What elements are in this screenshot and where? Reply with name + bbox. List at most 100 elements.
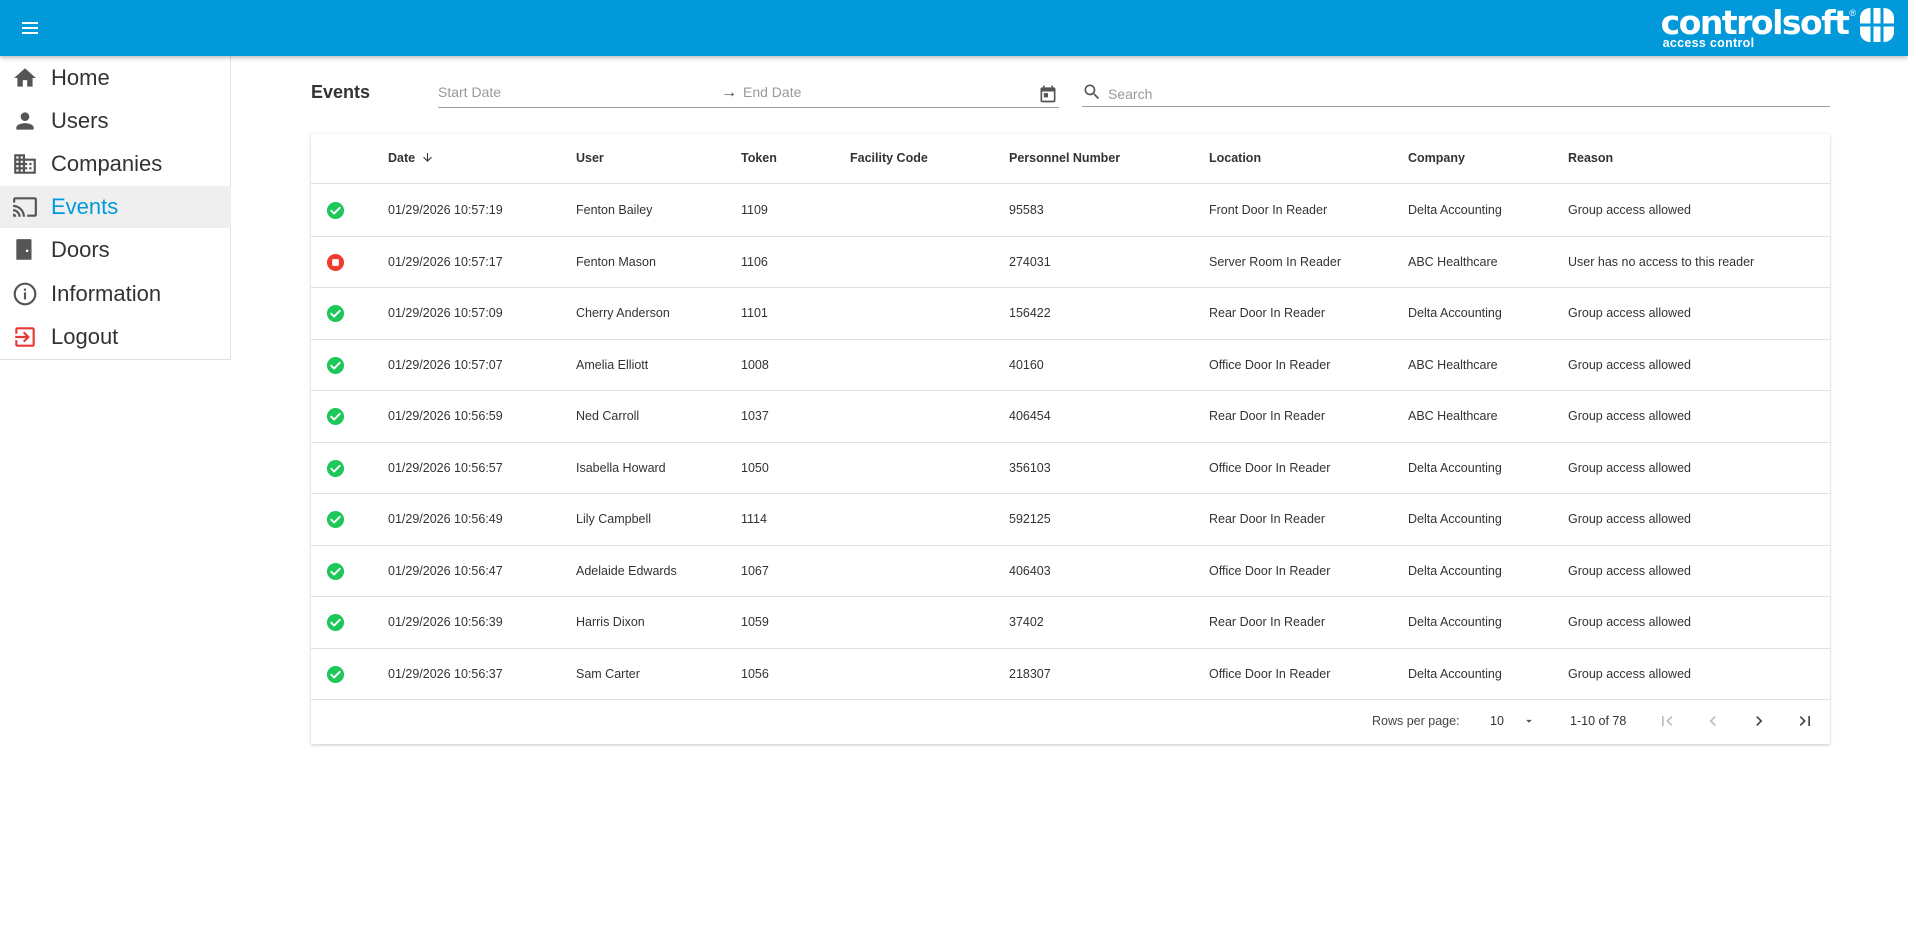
- column-header-token[interactable]: Token: [741, 151, 777, 165]
- column-header-facility-code[interactable]: Facility Code: [850, 151, 928, 165]
- search-input[interactable]: [1108, 83, 1828, 105]
- sidebar-item-users[interactable]: Users: [0, 100, 231, 142]
- cell-company: Delta Accounting: [1408, 460, 1502, 475]
- cell-user: Sam Carter: [576, 666, 640, 681]
- hamburger-menu-icon[interactable]: [16, 14, 44, 42]
- next-page-button[interactable]: [1747, 709, 1771, 733]
- building-icon: [12, 151, 38, 177]
- cell-user: Lily Campbell: [576, 512, 652, 526]
- sidebar-item-home[interactable]: Home: [0, 57, 231, 99]
- sidebar-item-events[interactable]: Events: [0, 186, 231, 228]
- sidebar-item-information[interactable]: Information: [0, 273, 231, 315]
- cell-personnel-number: 40160: [1009, 357, 1044, 372]
- cell-user: Fenton Mason: [576, 254, 656, 269]
- last-page-button[interactable]: [1793, 709, 1817, 733]
- rows-per-page-select[interactable]: 10: [1490, 714, 1504, 728]
- column-header-user[interactable]: User: [576, 151, 604, 165]
- sidebar-item-logout[interactable]: Logout: [0, 316, 231, 358]
- cell-token: 1050: [741, 460, 769, 475]
- cell-location: Office Door In Reader: [1209, 563, 1331, 578]
- table-row[interactable]: 01/29/2026 10:57:09 Cherry Anderson 1101 15…: [311, 288, 1830, 340]
- cell-token: 1037: [741, 409, 769, 423]
- column-header-reason[interactable]: Reason: [1568, 151, 1613, 165]
- cell-reason: User has no access to this reader: [1568, 254, 1755, 269]
- cell-date: 01/29/2026 10:56:47: [388, 563, 503, 578]
- access-granted-icon: [326, 201, 345, 220]
- cell-date: 01/29/2026 10:56:49: [388, 512, 503, 526]
- rows-per-page-label: Rows per page:: [1372, 714, 1460, 728]
- cell-personnel-number: 274031: [1009, 254, 1051, 269]
- sidebar-item-companies[interactable]: Companies: [0, 143, 231, 185]
- table-row[interactable]: 01/29/2026 10:56:57 Isabella Howard 1050 35…: [311, 443, 1830, 494]
- cell-user: Cherry Anderson: [576, 306, 670, 320]
- search-underline: [1082, 106, 1830, 107]
- access-granted-icon: [326, 562, 345, 580]
- sidebar-item-label: Events: [51, 194, 119, 219]
- logo-mark-icon: [1860, 8, 1894, 42]
- cell-token: 1059: [741, 615, 769, 629]
- cell-location: Office Door In Reader: [1209, 666, 1331, 681]
- end-date-input[interactable]: End Date: [743, 84, 1043, 108]
- cell-reason: Group access allowed: [1568, 357, 1691, 372]
- cell-date: 01/29/2026 10:57:19: [388, 203, 503, 217]
- column-header-personnel-number[interactable]: Personnel Number: [1009, 151, 1120, 165]
- sidebar-item-label: Companies: [51, 151, 163, 176]
- top-app-bar: controlsoft access control ®: [0, 0, 1908, 56]
- cell-personnel-number: 218307: [1009, 666, 1051, 681]
- chevron-left-icon: [1709, 716, 1716, 726]
- table-header: Date User Token Facility Code Personnel …: [311, 134, 1830, 184]
- cell-token: 1008: [741, 357, 769, 372]
- home-icon: [12, 65, 38, 91]
- sidebar-item-label: Home: [51, 65, 110, 90]
- logout-icon: [12, 324, 38, 350]
- chevron-down-icon[interactable]: [1522, 714, 1536, 728]
- table-row[interactable]: 01/29/2026 10:56:37 Sam Carter 1056 218307 O…: [311, 649, 1830, 700]
- cell-reason: Group access allowed: [1568, 203, 1691, 217]
- cell-date: 01/29/2026 10:56:57: [388, 460, 503, 475]
- column-header-date[interactable]: Date: [388, 151, 434, 165]
- table-row[interactable]: 01/29/2026 10:57:19 Fenton Bailey 1109 9558…: [311, 185, 1830, 237]
- cell-personnel-number: 592125: [1009, 512, 1051, 526]
- column-header-location[interactable]: Location: [1209, 151, 1261, 165]
- column-header-label: Date: [388, 151, 416, 165]
- logo-registered-mark: ®: [1849, 8, 1856, 18]
- cell-company: Delta Accounting: [1408, 306, 1502, 320]
- cell-token: 1109: [741, 203, 768, 217]
- cell-reason: Group access allowed: [1568, 563, 1691, 578]
- cell-personnel-number: 95583: [1009, 203, 1044, 217]
- table-row[interactable]: 01/29/2026 10:57:07 Amelia Elliott 1008 401…: [311, 340, 1830, 391]
- start-date-input[interactable]: Start Date: [438, 84, 718, 108]
- access-granted-icon: [326, 304, 345, 323]
- column-header-company[interactable]: Company: [1408, 151, 1465, 165]
- logo-sub-text: access control: [1662, 36, 1755, 50]
- cell-date: 01/29/2026 10:57:17: [388, 254, 503, 269]
- cell-date: 01/29/2026 10:57:07: [388, 357, 503, 372]
- cell-user: Harris Dixon: [576, 615, 645, 629]
- cell-token: 1067: [741, 563, 769, 578]
- sidebar-item-doors[interactable]: Doors: [0, 229, 231, 271]
- table-row[interactable]: 01/29/2026 10:56:39 Harris Dixon 1059 37402…: [311, 597, 1830, 649]
- calendar-icon[interactable]: [1038, 84, 1058, 104]
- chevron-right-icon: [1756, 716, 1763, 726]
- access-granted-icon: [326, 510, 345, 529]
- previous-page-button[interactable]: [1701, 709, 1725, 733]
- table-row[interactable]: 01/29/2026 10:56:49 Lily Campbell 1114 5921…: [311, 494, 1830, 546]
- sort-descending-icon[interactable]: [421, 151, 434, 164]
- events-table: Date User Token Facility Code Personnel …: [311, 134, 1830, 744]
- cell-location: Office Door In Reader: [1209, 460, 1331, 475]
- cell-location: Server Room In Reader: [1209, 254, 1342, 269]
- cell-user: Amelia Elliott: [576, 357, 649, 372]
- logo-brand-text: controlsoft: [1660, 3, 1850, 42]
- first-page-icon: [1662, 716, 1673, 726]
- sidebar-item-label: Information: [51, 281, 162, 306]
- first-page-button[interactable]: [1655, 709, 1679, 733]
- table-row[interactable]: 01/29/2026 10:56:47 Adelaide Edwards 1067 4…: [311, 546, 1830, 597]
- last-page-icon: [1799, 716, 1810, 726]
- cell-reason: Group access allowed: [1568, 615, 1691, 629]
- table-row[interactable]: 01/29/2026 10:57:17 Fenton Mason 1106 27403…: [311, 237, 1830, 288]
- table-row[interactable]: 01/29/2026 10:56:59 Ned Carroll 1037 406454…: [311, 391, 1830, 443]
- cell-personnel-number: 356103: [1009, 460, 1051, 475]
- sidebar-item-label: Users: [51, 108, 109, 133]
- cell-personnel-number: 406403: [1009, 563, 1051, 578]
- date-range-arrow: →: [721, 84, 737, 101]
